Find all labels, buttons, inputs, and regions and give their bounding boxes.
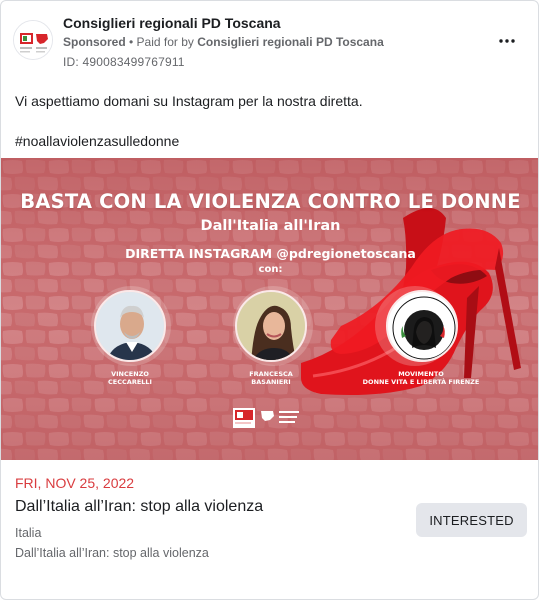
creative-headline: BASTA CON LA VIOLENZA CONTRO LE DONNE bbox=[20, 190, 521, 213]
event-description: Dall’Italia all’Iran: stop alla violenza bbox=[15, 546, 209, 560]
post-hashtag[interactable]: #noallaviolenzasulledonne bbox=[15, 133, 179, 149]
event-date: FRI, NOV 25, 2022 bbox=[15, 475, 135, 491]
guest-portrait-2 bbox=[235, 290, 307, 362]
creative-subtitle: Dall'Italia all'Iran bbox=[200, 218, 341, 234]
guest-portrait-1 bbox=[94, 290, 166, 362]
paid-for-prefix: • Paid for by bbox=[125, 35, 198, 49]
event-title[interactable]: Dall’Italia all’Iran: stop alla violenza bbox=[15, 498, 263, 516]
creative-with-label: con: bbox=[258, 264, 283, 275]
interested-button[interactable]: INTERESTED bbox=[416, 503, 527, 537]
creative-live-line: DIRETTA INSTAGRAM @pdregionetoscana bbox=[125, 246, 416, 261]
more-options-button[interactable] bbox=[491, 29, 523, 53]
page-avatar[interactable] bbox=[13, 20, 53, 60]
ad-id: ID: 490083499767911 bbox=[63, 55, 185, 69]
post-body-text: Vi aspettiamo domani su Instagram per la… bbox=[15, 93, 363, 109]
sponsored-label: Sponsored bbox=[63, 35, 126, 49]
ad-card: Consiglieri regionali PD Toscana Sponsor… bbox=[0, 0, 539, 600]
ad-creative-image[interactable]: BASTA CON LA VIOLENZA CONTRO LE DONNE Da… bbox=[1, 158, 538, 460]
page-name[interactable]: Consiglieri regionali PD Toscana bbox=[63, 15, 281, 31]
guest-caption-3-line1: MOVIMENTO bbox=[398, 370, 444, 378]
guest-caption-2-line1: FRANCESCA bbox=[249, 370, 293, 378]
event-location: Italia bbox=[15, 526, 42, 540]
guest-caption-2-line2: BASANIERI bbox=[251, 378, 291, 386]
more-horizontal-icon bbox=[499, 39, 515, 43]
sponsored-line: Sponsored • Paid for by Consiglieri regi… bbox=[63, 35, 384, 49]
guest-caption-1-line2: CECCARELLI bbox=[108, 378, 152, 386]
pd-toscana-logo-icon bbox=[14, 21, 52, 59]
guest-caption-1: VINCENZO CECCARELLI bbox=[101, 370, 159, 386]
guest-caption-3-line2: DONNE VITA E LIBERTÀ FIRENZE bbox=[362, 378, 480, 386]
paid-for-by-link[interactable]: Consiglieri regionali PD Toscana bbox=[197, 35, 384, 49]
guest-portrait-3 bbox=[386, 290, 458, 362]
guest-caption-3: MOVIMENTO DONNE VITA E LIBERTÀ FIRENZE bbox=[357, 370, 485, 386]
guest-caption-2: FRANCESCA BASANIERI bbox=[242, 370, 300, 386]
guest-caption-1-line1: VINCENZO bbox=[111, 370, 149, 378]
ad-header: Consiglieri regionali PD Toscana Sponsor… bbox=[1, 1, 538, 81]
